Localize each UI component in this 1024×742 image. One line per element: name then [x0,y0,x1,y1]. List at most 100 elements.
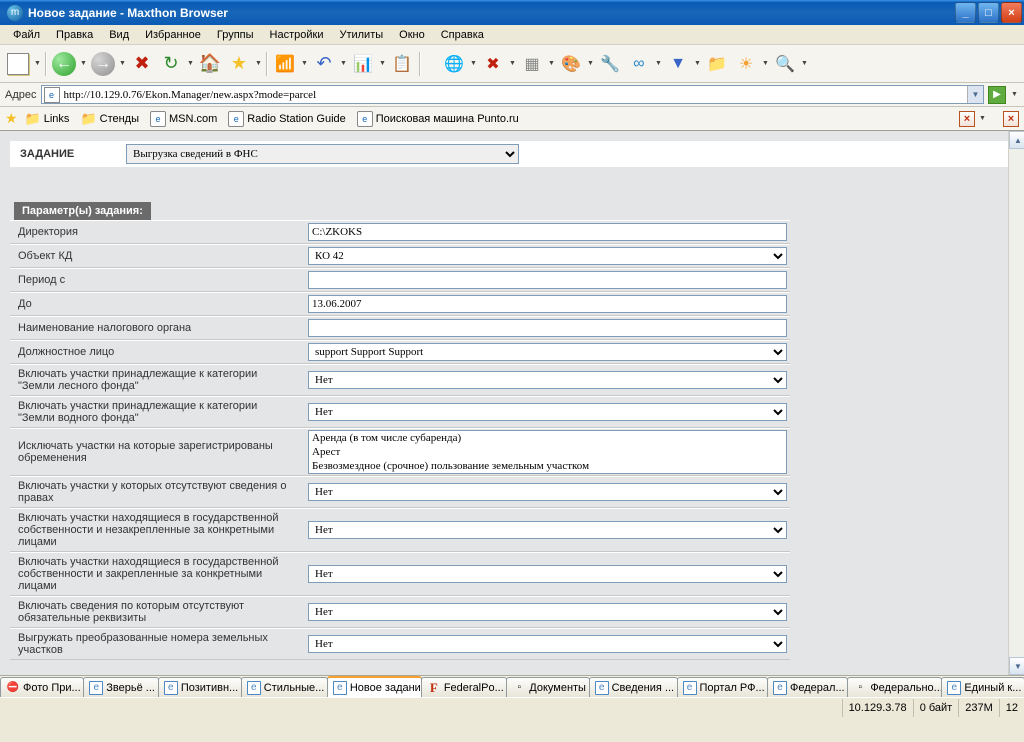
tab-icon: ▫ [512,681,526,695]
task-select[interactable]: Выгрузка сведений в ФНС [126,144,519,164]
tab[interactable]: FFederalPo... [421,677,507,697]
address-input-wrap: e ▼ [41,85,985,104]
text-input[interactable] [308,223,787,241]
tab[interactable]: eСтильные... [241,677,328,697]
text-input[interactable] [308,295,787,313]
field-cell: КО 42 [305,246,790,266]
menu-window[interactable]: Окно [391,27,433,43]
select-input[interactable]: КО 42 [308,247,787,265]
form-row: До [10,292,790,316]
tool-7[interactable]: ▼ [664,50,692,78]
link-stands[interactable]: 📁Стенды [76,109,143,129]
favorites-button[interactable]: ★ [225,50,253,78]
field-cell: Нет [305,370,790,390]
select-input[interactable]: Нет [308,565,787,583]
address-label: Адрес [5,89,37,101]
tab[interactable]: eЕдиный к... [941,677,1024,697]
new-tab-button[interactable] [4,50,32,78]
tab[interactable]: eПортал РФ... [677,677,769,697]
select-input[interactable]: Нет [308,483,787,501]
back-dropdown[interactable]: ▼ [79,50,88,78]
select-input[interactable]: Нет [308,403,787,421]
refresh-button[interactable]: ↻ [157,50,185,78]
status-bar: 10.129.3.78 0 байт 237M 12 [0,697,1024,717]
text-input[interactable] [308,271,787,289]
sidebar-button[interactable]: 📋 [388,50,416,78]
menu-view[interactable]: Вид [101,27,137,43]
star-icon[interactable]: ★ [5,110,18,127]
select-input[interactable]: Нет [308,371,787,389]
menu-utilities[interactable]: Утилиты [331,27,391,43]
tool-5[interactable]: 🔧 [596,50,624,78]
tab[interactable]: eСведения ... [589,677,678,697]
tab[interactable]: eНовое задание [327,676,422,697]
tool-6[interactable]: ∞ [625,50,653,78]
list-option[interactable]: Безвозмездное (срочное) пользование земе… [309,459,786,473]
refresh-dropdown[interactable]: ▼ [186,50,195,78]
tab-label: Федерально... [870,682,942,694]
tab-label: Фото При... [23,682,81,694]
select-input[interactable]: Нет [308,635,787,653]
tab[interactable]: eПозитивн... [158,677,242,697]
forward-dropdown[interactable]: ▼ [118,50,127,78]
field-cell [305,318,790,338]
tab[interactable]: ▫Федерально... [847,677,942,697]
tab-icon: e [773,681,787,695]
select-input[interactable]: Нет [308,603,787,621]
title-bar: m Новое задание - Maxthon Browser _ □ × [0,0,1024,25]
resource-button[interactable]: 📊 [349,50,377,78]
tool-4[interactable]: 🎨 [557,50,585,78]
new-tab-dropdown[interactable]: ▼ [33,50,42,78]
select-input[interactable]: support Support Support [308,343,787,361]
menu-help[interactable]: Справка [433,27,492,43]
address-input[interactable] [62,88,968,102]
list-option[interactable]: Аренда (в том числе субаренда) [309,431,786,445]
tab[interactable]: eЗверьё ... [83,677,159,697]
undo-button[interactable]: ↶ [310,50,338,78]
rss-button[interactable]: 📶 [271,50,299,78]
menu-favorites[interactable]: Избранное [137,27,209,43]
tool-2[interactable]: ✖ [479,50,507,78]
link-msn[interactable]: eMSN.com [146,109,221,129]
home-button[interactable]: 🏠 [196,50,224,78]
tool-9[interactable]: ☀ [732,50,760,78]
select-input[interactable]: Нет [308,521,787,539]
address-bar: Адрес e ▼ ▶ ▼ [0,83,1024,107]
link-links[interactable]: 📁Links [21,109,74,129]
tab[interactable]: ▫Документы [506,677,589,697]
forward-button[interactable]: → [89,50,117,78]
text-input[interactable] [308,319,787,337]
tab[interactable]: eФедерал... [767,677,848,697]
maximize-button[interactable]: □ [978,2,999,23]
scrollbar[interactable] [1008,131,1024,675]
tool-3[interactable]: ▦ [518,50,546,78]
close-button[interactable]: × [1001,2,1022,23]
list-input[interactable]: Аренда (в том числе субаренда)АрестБезво… [308,430,787,474]
favorites-dropdown[interactable]: ▼ [254,50,263,78]
tool-8[interactable]: 📁 [703,50,731,78]
stop-button[interactable]: ✖ [128,50,156,78]
link-punto[interactable]: eПоисковая машина Punto.ru [353,109,523,129]
tool-1[interactable]: 🌐 [440,50,468,78]
back-button[interactable]: ← [50,50,78,78]
tab[interactable]: ⛔Фото При... [0,677,84,697]
menu-settings[interactable]: Настройки [262,27,332,43]
field-cell: support Support Support [305,342,790,362]
task-label: ЗАДАНИЕ [20,148,120,160]
menu-edit[interactable]: Правка [48,27,101,43]
link-radio[interactable]: eRadio Station Guide [224,109,349,129]
tab-icon: ⛔ [6,681,20,695]
params-header: Параметр(ы) задания: [14,202,151,220]
address-dropdown[interactable]: ▼ [967,86,983,103]
tool-10[interactable]: 🔍 [771,50,799,78]
close-all-icon[interactable]: × [1003,111,1019,127]
tab-icon: e [333,681,347,695]
go-button[interactable]: ▶ [988,86,1006,104]
menu-groups[interactable]: Группы [209,27,262,43]
close-tab-icon[interactable]: × [959,111,975,127]
status-count: 12 [999,699,1024,717]
minimize-button[interactable]: _ [955,2,976,23]
list-option[interactable]: Арест [309,445,786,459]
field-label: Включать участки находящиеся в государст… [10,553,305,595]
menu-file[interactable]: Файл [5,27,48,43]
